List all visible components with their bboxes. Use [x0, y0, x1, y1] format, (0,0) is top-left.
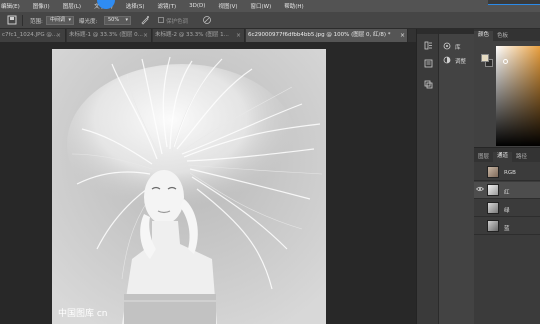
eye-icon[interactable]	[476, 186, 484, 194]
exposure-label: 曝光度:	[79, 19, 98, 25]
watermark-text: 中国图库 cn	[58, 309, 108, 319]
libraries-strip: 库 调整	[438, 29, 474, 324]
menu-image[interactable]: 图像(I)	[33, 2, 50, 10]
protect-tones-checkbox[interactable]	[158, 17, 164, 23]
tab-label: 未标题-1 @ 33.3% (图层 0...	[69, 32, 143, 38]
tab-label: c7fc1_1024.JPG @...	[2, 32, 58, 38]
separator	[22, 15, 23, 26]
exposure-value: 50%	[108, 17, 120, 23]
channels-panel-header: 图层 通道 路径	[474, 148, 540, 162]
menu-window[interactable]: 窗口(W)	[251, 2, 272, 10]
channel-thumbnail	[487, 184, 499, 196]
strip-header	[417, 29, 438, 34]
document-image[interactable]	[52, 49, 326, 324]
adjustments-icon[interactable]	[443, 56, 451, 64]
document-tabs: c7fc1_1024.JPG @... × 未标题-1 @ 33.3% (图层 …	[0, 29, 416, 42]
airbrush-icon[interactable]	[140, 15, 150, 25]
tab-document-3[interactable]: 未标题-2 @ 33.3% (图层 1...	[153, 29, 245, 42]
color-panel-header: 颜色 色板	[474, 29, 540, 41]
window-controls[interactable]	[488, 0, 540, 5]
tab-swatches[interactable]: 色板	[493, 31, 512, 41]
tab-document-active[interactable]: 6c29000977f6dfbb4bb5.jpg @ 100% (图层 0, 红…	[246, 29, 408, 42]
tab-color[interactable]: 颜色	[474, 31, 494, 41]
tab-paths[interactable]: 路径	[512, 152, 531, 162]
range-select-value: 中间调	[50, 17, 66, 23]
history-icon[interactable]	[424, 80, 433, 91]
exposure-input[interactable]: 50% ▾	[104, 16, 131, 25]
menu-3d[interactable]: 3D(D)	[189, 3, 205, 9]
channel-thumbnail	[487, 166, 499, 178]
close-icon[interactable]: ×	[400, 32, 405, 39]
range-label: 范围:	[30, 19, 43, 25]
brush-settings-icon[interactable]	[424, 41, 433, 52]
chevron-down-icon: ▾	[68, 17, 71, 23]
tab-channels[interactable]: 通道	[493, 152, 513, 162]
range-select[interactable]: 中间调 ▾	[46, 16, 74, 25]
protect-tones-label: 保护色调	[166, 19, 189, 25]
menu-select[interactable]: 选择(S)	[126, 2, 145, 10]
menu-edit[interactable]: 编辑(E)	[1, 2, 20, 10]
channel-thumbnail	[487, 202, 499, 214]
close-icon[interactable]: ×	[143, 32, 148, 39]
pressure-icon[interactable]	[202, 15, 212, 25]
panel-icon-strip	[416, 29, 438, 324]
channel-label: 绿	[504, 208, 510, 214]
tab-label: 未标题-2 @ 33.3% (图层 1...	[155, 32, 229, 38]
menu-filter[interactable]: 滤镜(T)	[158, 2, 177, 10]
properties-icon[interactable]	[424, 59, 433, 70]
strip-header	[439, 29, 474, 34]
photo-red-channel	[52, 49, 326, 324]
options-bar: 范围: 中间调 ▾ 曝光度: 50% ▾ 保护色调	[0, 12, 540, 29]
chevron-down-icon: ▾	[125, 17, 128, 23]
channel-label: RGB	[504, 170, 516, 176]
menu-layer[interactable]: 图层(L)	[63, 2, 81, 10]
menu-help[interactable]: 帮助(H)	[284, 2, 303, 10]
libraries-label[interactable]: 库	[455, 43, 461, 51]
channel-thumbnail	[487, 220, 499, 232]
close-icon[interactable]: ×	[236, 32, 241, 39]
libraries-icon[interactable]	[443, 42, 451, 50]
foreground-color-swatch[interactable]	[481, 54, 489, 62]
tab-label: 6c29000977f6dfbb4bb5.jpg @ 100% (图层 0, 红…	[248, 32, 391, 38]
channel-label: 红	[504, 190, 510, 196]
tool-preset-icon[interactable]	[7, 15, 17, 25]
tab-document-2[interactable]: 未标题-1 @ 33.3% (图层 0...	[67, 29, 152, 42]
close-icon[interactable]: ×	[56, 32, 61, 39]
channel-label: 蓝	[504, 226, 510, 232]
tab-layers[interactable]: 图层	[474, 152, 493, 162]
menu-bar: 编辑(E) 图像(I) 图层(L) 文字(Y) 选择(S) 滤镜(T) 3D(D…	[0, 0, 540, 12]
menu-view[interactable]: 视图(V)	[218, 2, 237, 10]
adjustments-label[interactable]: 调整	[455, 57, 466, 65]
color-picker-marker[interactable]	[503, 59, 508, 64]
